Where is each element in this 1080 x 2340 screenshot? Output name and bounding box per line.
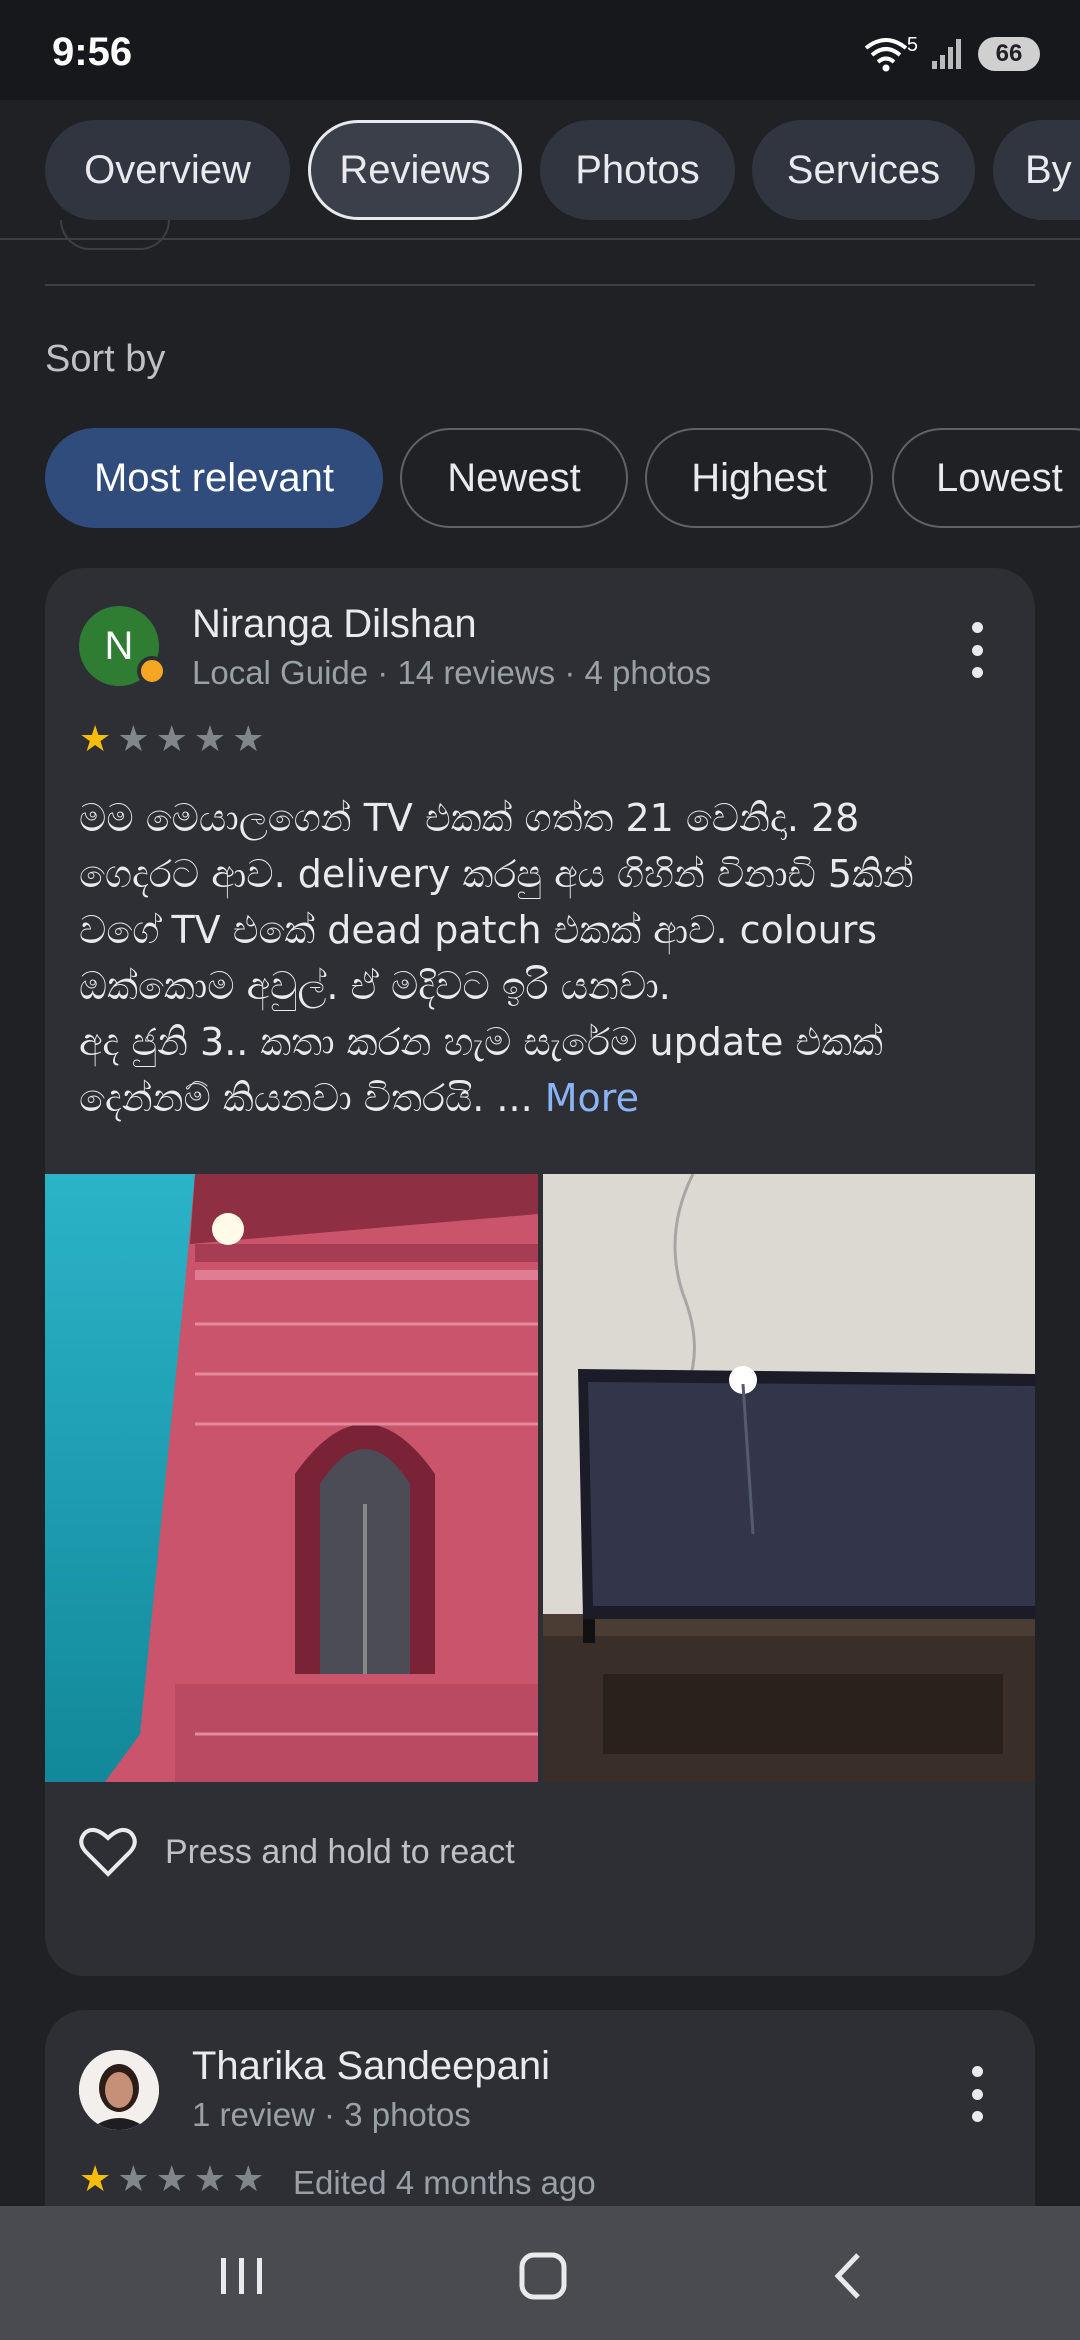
partial-chip <box>60 220 170 250</box>
sort-by-label: Sort by <box>45 338 166 380</box>
tab-reviews[interactable]: Reviews <box>308 120 522 220</box>
tabs-bar: Overview Reviews Photos Services By <box>0 100 1080 240</box>
wifi-badge: 5 <box>906 33 918 56</box>
tab-overview[interactable]: Overview <box>45 120 290 220</box>
sort-newest[interactable]: Newest <box>400 428 628 528</box>
sort-most-relevant[interactable]: Most relevant <box>45 428 383 528</box>
reviewer-meta: 1 review · 3 photos <box>192 2096 471 2133</box>
review-photo[interactable] <box>45 1174 538 1782</box>
react-row[interactable]: Press and hold to react <box>79 1826 515 1878</box>
review-photo[interactable] <box>543 1174 1035 1782</box>
star-icon: ★ <box>79 718 112 759</box>
signal-icon <box>932 39 961 69</box>
reviewer-name[interactable]: Tharika Sandeepani <box>192 2044 550 2089</box>
review-text-line: මම මෙයාලගෙන් TV එකක් ගත්ත 21 වෙනිදා. 28 <box>79 796 860 840</box>
review-text-line: ගෙදරට ආව. delivery කරපු අය ගිහින් විනාඩි… <box>79 852 914 896</box>
review-text-line: ඔක්කොම අවුල්. ඒ මදිවට ඉරි යනවා. <box>79 964 671 1008</box>
reviewer-name[interactable]: Niranga Dilshan <box>192 602 477 647</box>
review-text-line: වගේ TV එකේ dead patch එකක් ආව. colours <box>79 908 878 952</box>
star-icon: ★ <box>79 2158 112 2199</box>
sort-highest[interactable]: Highest <box>645 428 873 528</box>
more-vert-icon[interactable] <box>967 2066 987 2122</box>
battery-icon: 66 <box>978 37 1040 71</box>
recents-icon[interactable] <box>202 2236 282 2316</box>
edited-label: Edited 4 months ago <box>293 2164 596 2201</box>
heart-outline-icon[interactable] <box>79 1826 137 1878</box>
star-icon: ★ <box>193 718 227 759</box>
star-icon: ★ <box>232 2158 265 2199</box>
back-icon[interactable] <box>808 2236 888 2316</box>
star-icon: ★ <box>232 718 265 759</box>
review-text-line: දෙන්නම් කියනවා විතරයි. ... <box>79 1076 533 1120</box>
tab-photos[interactable]: Photos <box>540 120 735 220</box>
review-card: N Niranga Dilshan Local Guide · 14 revie… <box>45 568 1035 1976</box>
star-icon: ★ <box>117 2158 150 2199</box>
tab-by[interactable]: By <box>993 120 1080 220</box>
status-time: 9:56 <box>52 30 133 74</box>
home-icon[interactable] <box>503 2236 583 2316</box>
tab-services[interactable]: Services <box>752 120 975 220</box>
divider <box>45 284 1035 286</box>
star-icon: ★ <box>117 718 150 759</box>
local-guide-badge-icon <box>137 656 167 686</box>
star-rating: ★ ★ ★ ★ ★ <box>79 718 264 760</box>
avatar[interactable] <box>79 2050 159 2130</box>
status-bar: 9:56 5 66 <box>0 0 1080 100</box>
react-label: Press and hold to react <box>165 1832 515 1871</box>
review-text: මම මෙයාලගෙන් TV එකක් ගත්ත 21 වෙනිදා. 28 … <box>79 790 1009 1126</box>
more-link[interactable]: More <box>545 1076 639 1120</box>
status-icons: 5 66 <box>863 34 1040 74</box>
star-icon: ★ <box>155 2158 188 2199</box>
reviewer-meta: Local Guide · 14 reviews · 4 photos <box>192 654 712 691</box>
star-icon: ★ <box>155 718 188 759</box>
more-vert-icon[interactable] <box>967 622 987 678</box>
review-text-line: අද ජුනි 3.. කතා කරන හැම සැරේම update එකක… <box>79 1020 883 1064</box>
sort-lowest[interactable]: Lowest <box>892 428 1080 528</box>
system-nav-bar <box>0 2206 1080 2340</box>
star-icon: ★ <box>193 2158 227 2199</box>
star-rating: ★ ★ ★ ★ ★ <box>79 2158 264 2200</box>
wifi-icon <box>864 38 908 72</box>
